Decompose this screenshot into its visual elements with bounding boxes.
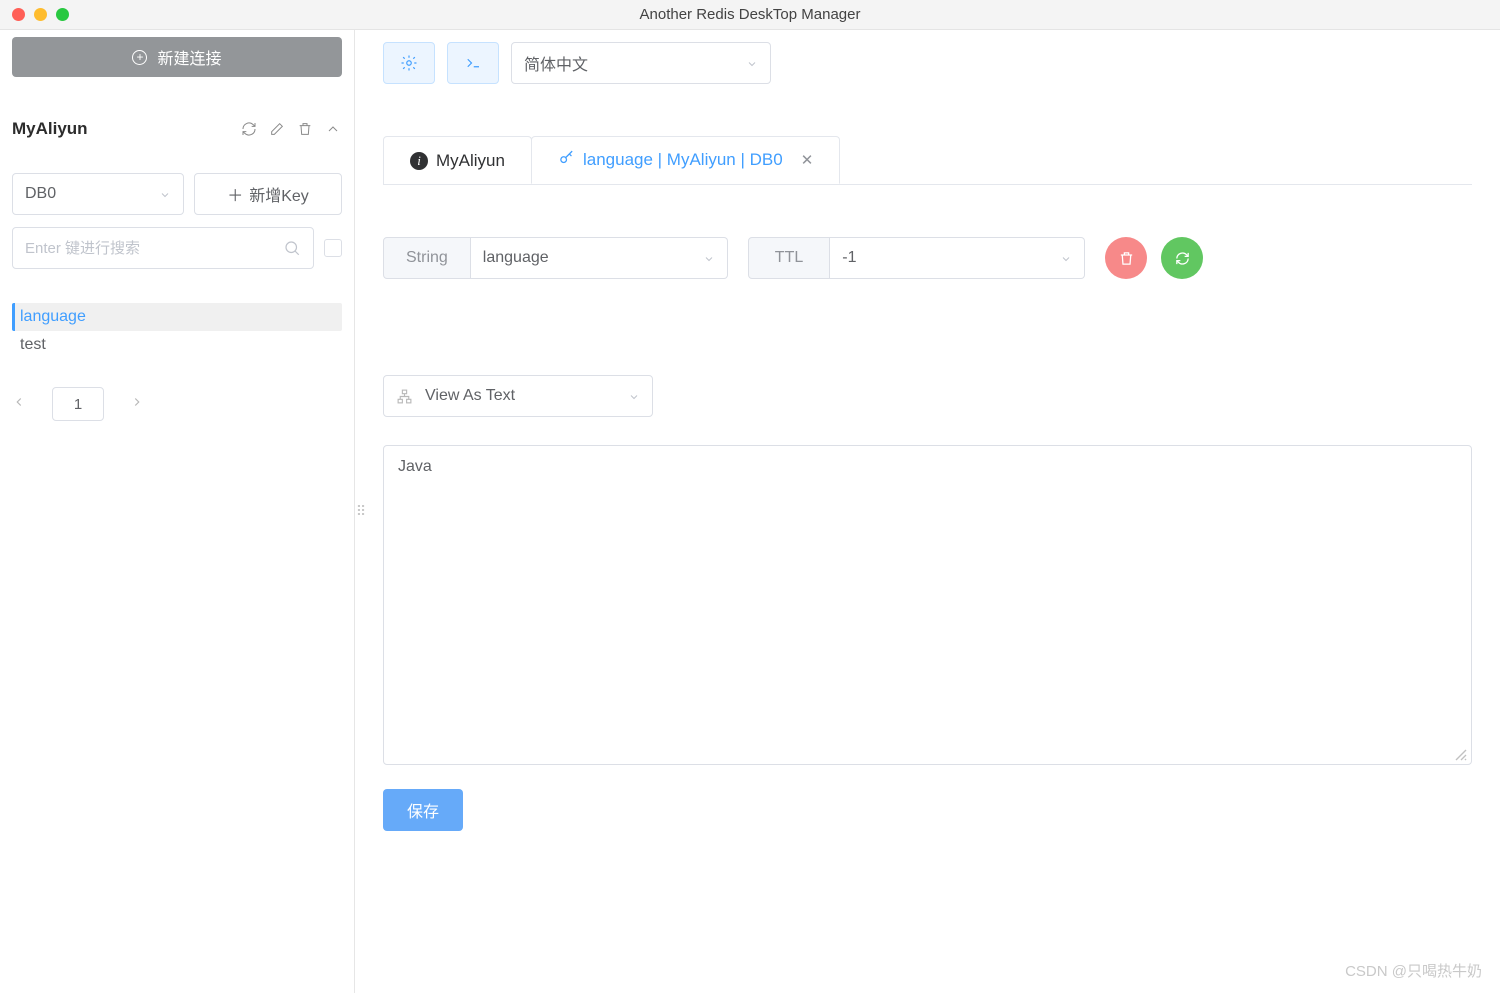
chevron-up-icon[interactable] xyxy=(324,120,342,138)
language-select[interactable]: 简体中文 xyxy=(511,42,771,84)
view-as-select[interactable]: View As Text xyxy=(383,375,653,417)
ttl-value: -1 xyxy=(842,249,856,267)
traffic-lights xyxy=(0,8,69,21)
search-input-wrap xyxy=(12,227,314,269)
maximize-window-icon[interactable] xyxy=(56,8,69,21)
refresh-key-button[interactable] xyxy=(1161,237,1203,279)
chevron-down-icon xyxy=(1060,252,1072,264)
tree-icon xyxy=(396,388,413,405)
search-icon[interactable] xyxy=(283,239,301,257)
delete-key-button[interactable] xyxy=(1105,237,1147,279)
tabs: i MyAliyun language | MyAliyun | DB0 ✕ xyxy=(383,136,1472,185)
value-text: Java xyxy=(398,458,432,475)
watermark: CSDN @只喝热牛奶 xyxy=(1345,960,1482,981)
key-type-group: String language xyxy=(383,237,728,279)
resize-handle-icon[interactable] xyxy=(1455,748,1467,760)
ttl-group: TTL -1 xyxy=(748,237,1085,279)
tab-info[interactable]: i MyAliyun xyxy=(383,136,532,184)
add-key-label: 新增Key xyxy=(249,182,309,206)
save-button[interactable]: 保存 xyxy=(383,789,463,831)
minimize-window-icon[interactable] xyxy=(34,8,47,21)
edit-icon[interactable] xyxy=(268,120,286,138)
close-tab-icon[interactable]: ✕ xyxy=(801,151,814,169)
db-select[interactable]: DB0 xyxy=(12,173,184,215)
pager: 1 xyxy=(12,387,342,421)
chevron-down-icon xyxy=(703,252,715,264)
type-label: String xyxy=(383,237,471,279)
terminal-button[interactable] xyxy=(447,42,499,84)
tab-info-label: MyAliyun xyxy=(436,151,505,171)
tab-key[interactable]: language | MyAliyun | DB0 ✕ xyxy=(531,136,840,184)
sidebar: + 新建连接 MyAliyun DB0 xyxy=(0,30,355,993)
tab-key-label: language | MyAliyun | DB0 xyxy=(583,150,783,170)
next-page-button[interactable] xyxy=(130,395,144,414)
page-number-input[interactable]: 1 xyxy=(52,387,104,421)
key-list: language test xyxy=(12,303,342,359)
exact-match-checkbox[interactable] xyxy=(324,239,342,257)
chevron-down-icon xyxy=(746,57,758,69)
search-input[interactable] xyxy=(25,240,275,257)
language-selected-label: 简体中文 xyxy=(524,51,588,75)
plus-circle-icon: + xyxy=(132,50,147,65)
chevron-down-icon xyxy=(159,188,171,200)
key-name-value: language xyxy=(483,249,549,267)
db-selected-label: DB0 xyxy=(25,185,56,203)
new-connection-button[interactable]: + 新建连接 xyxy=(12,37,342,77)
view-as-label: View As Text xyxy=(425,387,515,405)
key-item-test[interactable]: test xyxy=(12,331,342,359)
new-connection-label: 新建连接 xyxy=(157,45,221,69)
value-textarea[interactable]: Java xyxy=(383,445,1472,765)
main-panel: 简体中文 i MyAliyun language | MyAliyun | DB… xyxy=(365,30,1500,993)
titlebar: Another Redis DeskTop Manager xyxy=(0,0,1500,30)
prev-page-button[interactable] xyxy=(12,395,26,414)
settings-button[interactable] xyxy=(383,42,435,84)
key-icon xyxy=(558,149,575,171)
ttl-label: TTL xyxy=(748,237,830,279)
info-icon: i xyxy=(410,152,428,170)
trash-icon[interactable] xyxy=(296,120,314,138)
key-item-language[interactable]: language xyxy=(12,303,342,331)
refresh-icon[interactable] xyxy=(240,120,258,138)
close-window-icon[interactable] xyxy=(12,8,25,21)
splitter-handle[interactable]: ⠿ xyxy=(355,30,365,993)
window-title: Another Redis DeskTop Manager xyxy=(0,6,1500,23)
chevron-down-icon xyxy=(628,390,640,402)
key-name-select[interactable]: language xyxy=(471,237,728,279)
connection-name[interactable]: MyAliyun xyxy=(12,119,88,139)
connection-header: MyAliyun xyxy=(12,119,342,139)
ttl-select[interactable]: -1 xyxy=(830,237,1085,279)
add-key-button[interactable]: ＋ 新增Key xyxy=(194,173,342,215)
plus-icon: ＋ xyxy=(227,182,243,206)
